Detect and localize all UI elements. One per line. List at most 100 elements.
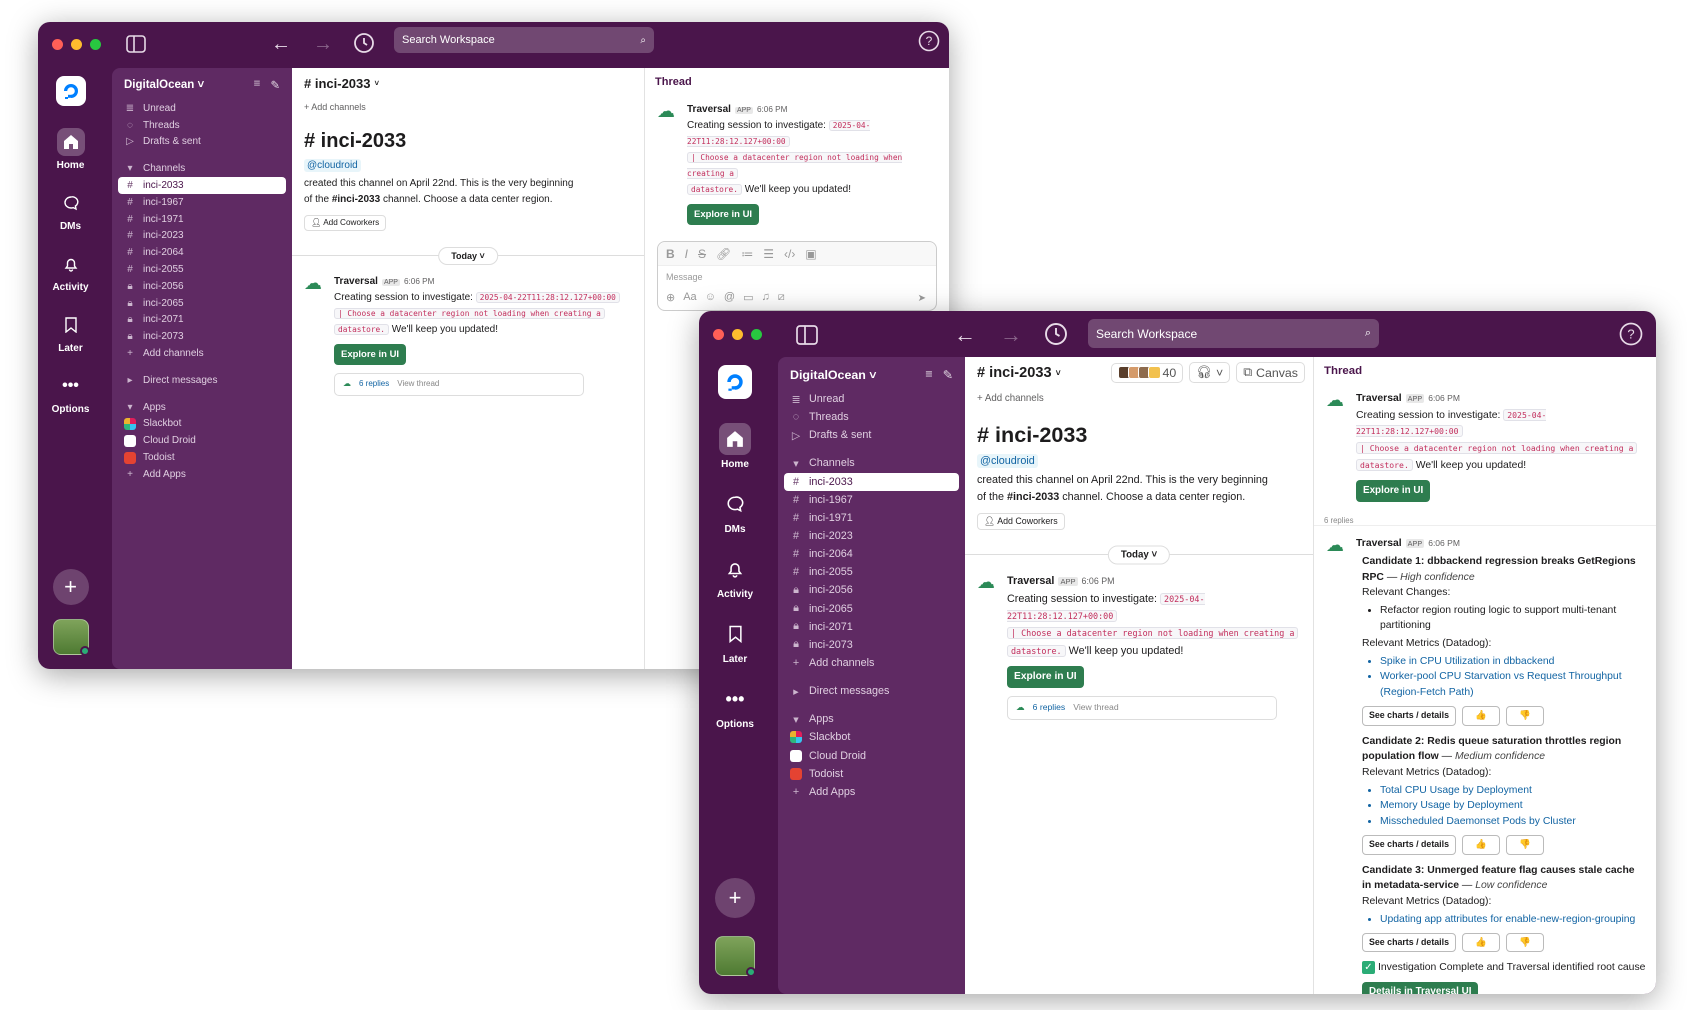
thumbs-up-icon[interactable]: 👍 <box>1461 835 1500 855</box>
compose-icon[interactable]: ✎ <box>270 78 280 92</box>
explore-in-ui-button[interactable]: Explore in UI <box>687 204 760 226</box>
sidebar-item-inci-1967[interactable]: # inci-1967 <box>112 194 292 211</box>
rail-later[interactable]: Later <box>699 618 771 665</box>
sidebar-item-inci-2071[interactable]: 🔒︎ inci-2071 <box>112 312 292 329</box>
mention-icon[interactable]: @ <box>724 291 735 304</box>
explore-in-ui-button[interactable]: Explore in UI <box>1007 665 1084 689</box>
channel-header[interactable]: # inci-2033 ˅ 40 🎧︎ ˅ ⧉ Canvas <box>965 357 1313 389</box>
forward-arrow-icon[interactable]: → <box>999 322 1023 347</box>
sidebar-item-inci-1967[interactable]: # inci-1967 <box>778 491 965 509</box>
mic-icon[interactable]: ♫ <box>762 291 770 304</box>
rail-options[interactable]: ••• Options <box>38 372 103 415</box>
workspace-header[interactable]: DigitalOcean ˅ ≡ ✎ <box>112 68 292 100</box>
zoom-window-button[interactable] <box>751 329 762 340</box>
sidebar-toggle-icon[interactable] <box>795 323 819 347</box>
sidebar-item-inci-2064[interactable]: # inci-2064 <box>112 244 292 261</box>
sidebar-app-slackbot[interactable]: Slackbot <box>112 416 292 433</box>
metric-link[interactable]: Worker-pool CPU Starvation vs Request Th… <box>1380 669 1646 700</box>
ordered-list-icon[interactable]: ≔ <box>741 247 753 261</box>
see-charts-button[interactable]: See charts / details <box>1362 835 1456 855</box>
channels-section-toggle[interactable]: ▾ Channels <box>112 160 292 177</box>
metric-link[interactable]: Memory Usage by Deployment <box>1380 798 1646 814</box>
direct-messages-toggle[interactable]: ▸ Direct messages <box>778 682 965 700</box>
metric-link[interactable]: Total CPU Usage by Deployment <box>1380 783 1646 799</box>
sidebar-app-slackbot[interactable]: Slackbot <box>778 728 965 746</box>
rail-later[interactable]: Later <box>38 311 103 354</box>
search-input[interactable]: Search Workspace ⌕ <box>1088 319 1379 348</box>
back-arrow-icon[interactable]: ← <box>953 322 977 347</box>
history-clock-icon[interactable] <box>352 31 376 55</box>
message-time[interactable]: 6:06 PM <box>1082 576 1115 586</box>
traversal-avatar-icon[interactable]: ☁︎ <box>1326 391 1348 502</box>
creator-mention[interactable]: @cloudroid <box>977 454 1038 468</box>
close-window-button[interactable] <box>713 329 724 340</box>
filter-icon[interactable]: ≡ <box>925 367 932 382</box>
sidebar-app-todoist[interactable]: Todoist <box>112 449 292 466</box>
add-channels-link[interactable]: + Add channels <box>292 98 644 116</box>
rail-activity[interactable]: Activity <box>38 250 103 293</box>
message-time[interactable]: 6:06 PM <box>1428 393 1460 403</box>
canvas-button[interactable]: ⧉ Canvas <box>1236 362 1305 383</box>
sidebar-item-inci-2055[interactable]: # inci-2055 <box>112 261 292 278</box>
replies-count-link[interactable]: 6 replies <box>359 378 389 391</box>
zoom-window-button[interactable] <box>90 39 101 50</box>
huddle-button[interactable]: 🎧︎ ˅ <box>1189 362 1231 383</box>
members-button[interactable]: 40 <box>1111 362 1184 383</box>
add-apps-button[interactable]: + Add Apps <box>778 783 965 801</box>
message-author[interactable]: Traversal <box>1356 538 1402 549</box>
see-charts-button[interactable]: See charts / details <box>1362 706 1456 726</box>
history-clock-icon[interactable] <box>1043 321 1069 347</box>
send-icon[interactable]: ➤ <box>918 293 926 304</box>
code-block-icon[interactable]: ▣ <box>805 247 816 261</box>
details-in-traversal-button[interactable]: Details in Traversal UI <box>1362 981 1479 994</box>
message-author[interactable]: Traversal <box>334 276 378 287</box>
create-plus-icon[interactable]: + <box>715 878 755 918</box>
sidebar-item-inci-2073[interactable]: 🔒︎ inci-2073 <box>778 636 965 654</box>
sidebar-item-inci-2056[interactable]: 🔒︎ inci-2056 <box>112 278 292 295</box>
attach-plus-icon[interactable]: ⊕ <box>666 291 675 304</box>
sidebar-item-threads[interactable]: ◌ Threads <box>112 117 292 134</box>
add-channels-button[interactable]: + Add channels <box>778 654 965 672</box>
code-icon[interactable]: ‹/› <box>784 247 795 261</box>
rail-dms[interactable]: DMs <box>38 189 103 232</box>
sidebar-item-drafts[interactable]: ▷ Drafts & sent <box>112 134 292 151</box>
add-coworkers-button[interactable]: 👤︎ Add Coworkers <box>977 513 1065 531</box>
message-time[interactable]: 6:06 PM <box>404 277 435 286</box>
metric-link[interactable]: Misscheduled Daemonset Pods by Cluster <box>1380 814 1646 830</box>
sidebar-item-inci-2065[interactable]: 🔒︎ inci-2065 <box>778 600 965 618</box>
workspace-header[interactable]: DigitalOcean ˅ ≡ ✎ <box>778 357 965 390</box>
thumbs-up-icon[interactable]: 👍 <box>1461 706 1500 726</box>
sidebar-item-inci-2023[interactable]: # inci-2023 <box>112 228 292 245</box>
create-plus-icon[interactable]: + <box>52 569 89 605</box>
message-author[interactable]: Traversal <box>1356 393 1402 404</box>
message-author[interactable]: Traversal <box>1007 575 1054 587</box>
compose-icon[interactable]: ✎ <box>943 367 953 382</box>
rail-dms[interactable]: DMs <box>699 488 771 535</box>
traversal-avatar-icon[interactable]: ☁︎ <box>977 573 999 720</box>
thumbs-down-icon[interactable]: 👎 <box>1505 933 1544 953</box>
sidebar-app-cloud-droid[interactable]: Cloud Droid <box>778 747 965 765</box>
minimize-window-button[interactable] <box>71 39 82 50</box>
view-thread-link[interactable]: View thread <box>1073 701 1118 715</box>
today-pill[interactable]: Today ˅ <box>438 247 498 265</box>
sidebar-item-inci-2033[interactable]: # inci-2033 <box>118 177 286 194</box>
thread-replies-bar[interactable]: ☁︎ 6 replies View thread <box>1007 696 1277 721</box>
thumbs-up-icon[interactable]: 👍 <box>1461 933 1500 953</box>
explore-in-ui-button[interactable]: Explore in UI <box>1356 480 1431 502</box>
view-thread-link[interactable]: View thread <box>397 378 439 391</box>
user-avatar[interactable] <box>715 936 756 977</box>
strike-icon[interactable]: S <box>698 247 706 261</box>
apps-section-toggle[interactable]: ▾ Apps <box>778 710 965 728</box>
close-window-button[interactable] <box>52 39 63 50</box>
message-author[interactable]: Traversal <box>687 104 731 115</box>
sidebar-item-unread[interactable]: ≣ Unread <box>778 390 965 408</box>
message-time[interactable]: 6:06 PM <box>757 105 788 114</box>
digitalocean-logo[interactable] <box>718 365 752 399</box>
sidebar-item-inci-2056[interactable]: 🔒︎ inci-2056 <box>778 581 965 599</box>
channel-header[interactable]: # inci-2033 ˅ <box>292 68 644 98</box>
traversal-avatar-icon[interactable]: ☁︎ <box>657 102 679 225</box>
traversal-avatar-icon[interactable]: ☁︎ <box>1326 536 1348 554</box>
apps-section-toggle[interactable]: ▾ Apps <box>112 399 292 416</box>
direct-messages-toggle[interactable]: ▸ Direct messages <box>112 372 292 389</box>
metric-link[interactable]: Spike in CPU Utilization in dbbackend <box>1380 654 1646 670</box>
